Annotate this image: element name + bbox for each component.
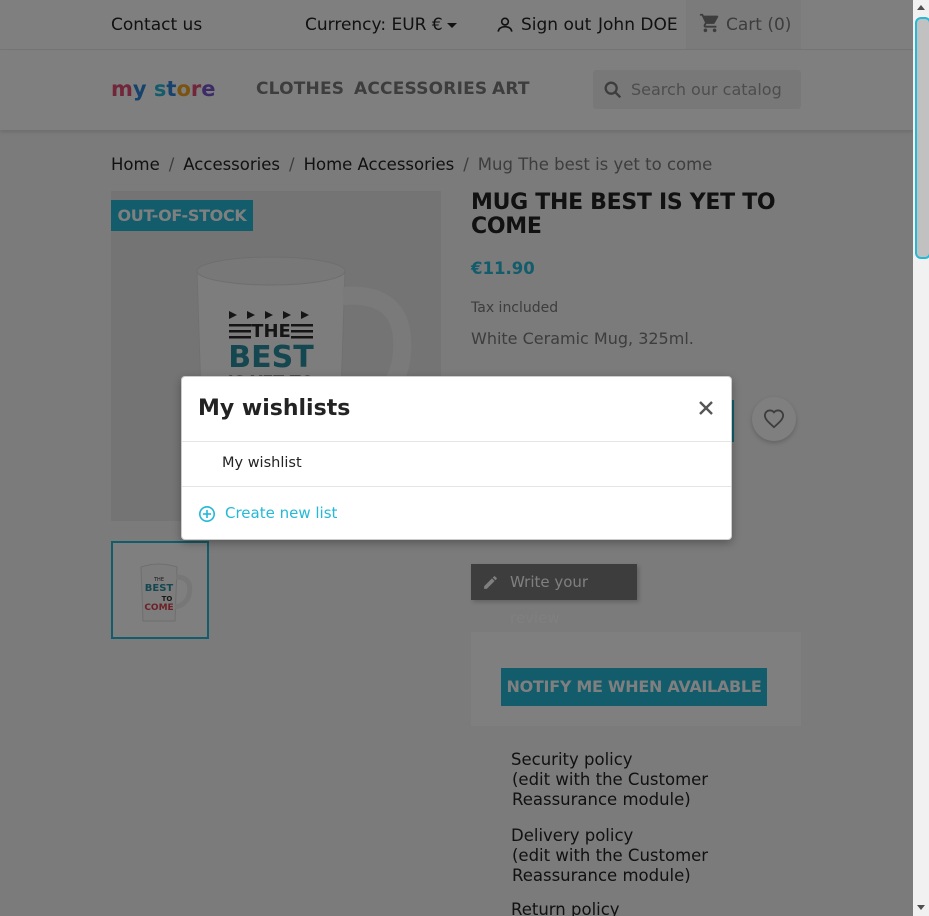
create-new-list-label: Create new list <box>225 504 338 522</box>
close-icon[interactable] <box>697 399 715 417</box>
divider <box>182 441 731 442</box>
create-new-list-button[interactable]: Create new list <box>198 504 338 523</box>
scrollbar-thumb[interactable] <box>915 17 929 259</box>
page: Contact us Currency: EUR € Sign out John… <box>0 0 913 916</box>
scroll-down-arrow-icon[interactable] <box>917 905 925 910</box>
add-circle-icon <box>198 505 216 523</box>
wishlist-modal: My wishlists My wishlist Create new list <box>181 376 732 540</box>
scroll-up-arrow-icon[interactable] <box>917 5 925 10</box>
wishlist-item[interactable]: My wishlist <box>222 455 302 471</box>
modal-title: My wishlists <box>198 396 351 421</box>
scrollbar[interactable] <box>913 0 929 916</box>
divider <box>182 486 731 487</box>
